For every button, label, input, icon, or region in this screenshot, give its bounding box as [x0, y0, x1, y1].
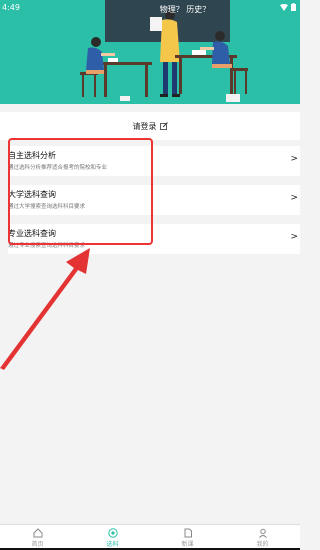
bottom-tab-bar: 首页 选科 新课 我的	[0, 524, 300, 550]
battery-icon	[291, 3, 296, 11]
wifi-icon	[280, 3, 288, 11]
status-icons	[280, 3, 296, 11]
tab-label: 首页	[31, 540, 44, 548]
tab-label: 选科	[106, 540, 119, 548]
document-icon	[184, 528, 192, 537]
card-title: 自主选科分析	[8, 151, 56, 160]
tab-new-course[interactable]: 新课	[150, 525, 225, 550]
compass-icon	[107, 527, 118, 538]
card-university-query[interactable]: 大学选科查询 通过大学搜索查询选科科目要求 >	[8, 185, 300, 215]
card-title: 大学选科查询	[8, 190, 56, 199]
card-major-query[interactable]: 专业选科查询 通过专业搜索查询选科科目要求 >	[8, 224, 300, 254]
chevron-right-icon: >	[290, 193, 298, 203]
status-bar: 4:49	[0, 0, 300, 16]
card-title: 专业选科查询	[8, 229, 56, 238]
tab-home[interactable]: 首页	[0, 525, 75, 550]
login-label: 请登录	[132, 121, 157, 131]
tab-label: 新课	[181, 540, 194, 548]
card-subtitle: 通过选科分析推荐适合报考的院校和专业	[8, 165, 108, 171]
card-subject-analysis[interactable]: 自主选科分析 通过选科分析推荐适合报考的院校和专业 >	[8, 146, 300, 176]
annotation-arrow	[0, 248, 90, 370]
chevron-right-icon: >	[290, 232, 298, 242]
home-icon	[33, 527, 42, 537]
card-subtitle: 通过大学搜索查询选科科目要求	[8, 204, 86, 210]
chevron-right-icon: >	[290, 154, 298, 164]
tab-label: 我的	[256, 540, 269, 548]
tab-subject-selection[interactable]: 选科	[75, 525, 150, 550]
card-subtitle: 通过专业搜索查询选科科目要求	[8, 243, 86, 249]
login-button[interactable]: 请登录	[0, 112, 300, 140]
edit-icon	[159, 122, 168, 130]
status-time: 4:49	[2, 3, 20, 12]
tab-profile[interactable]: 我的	[225, 525, 300, 550]
person-icon	[258, 528, 267, 538]
